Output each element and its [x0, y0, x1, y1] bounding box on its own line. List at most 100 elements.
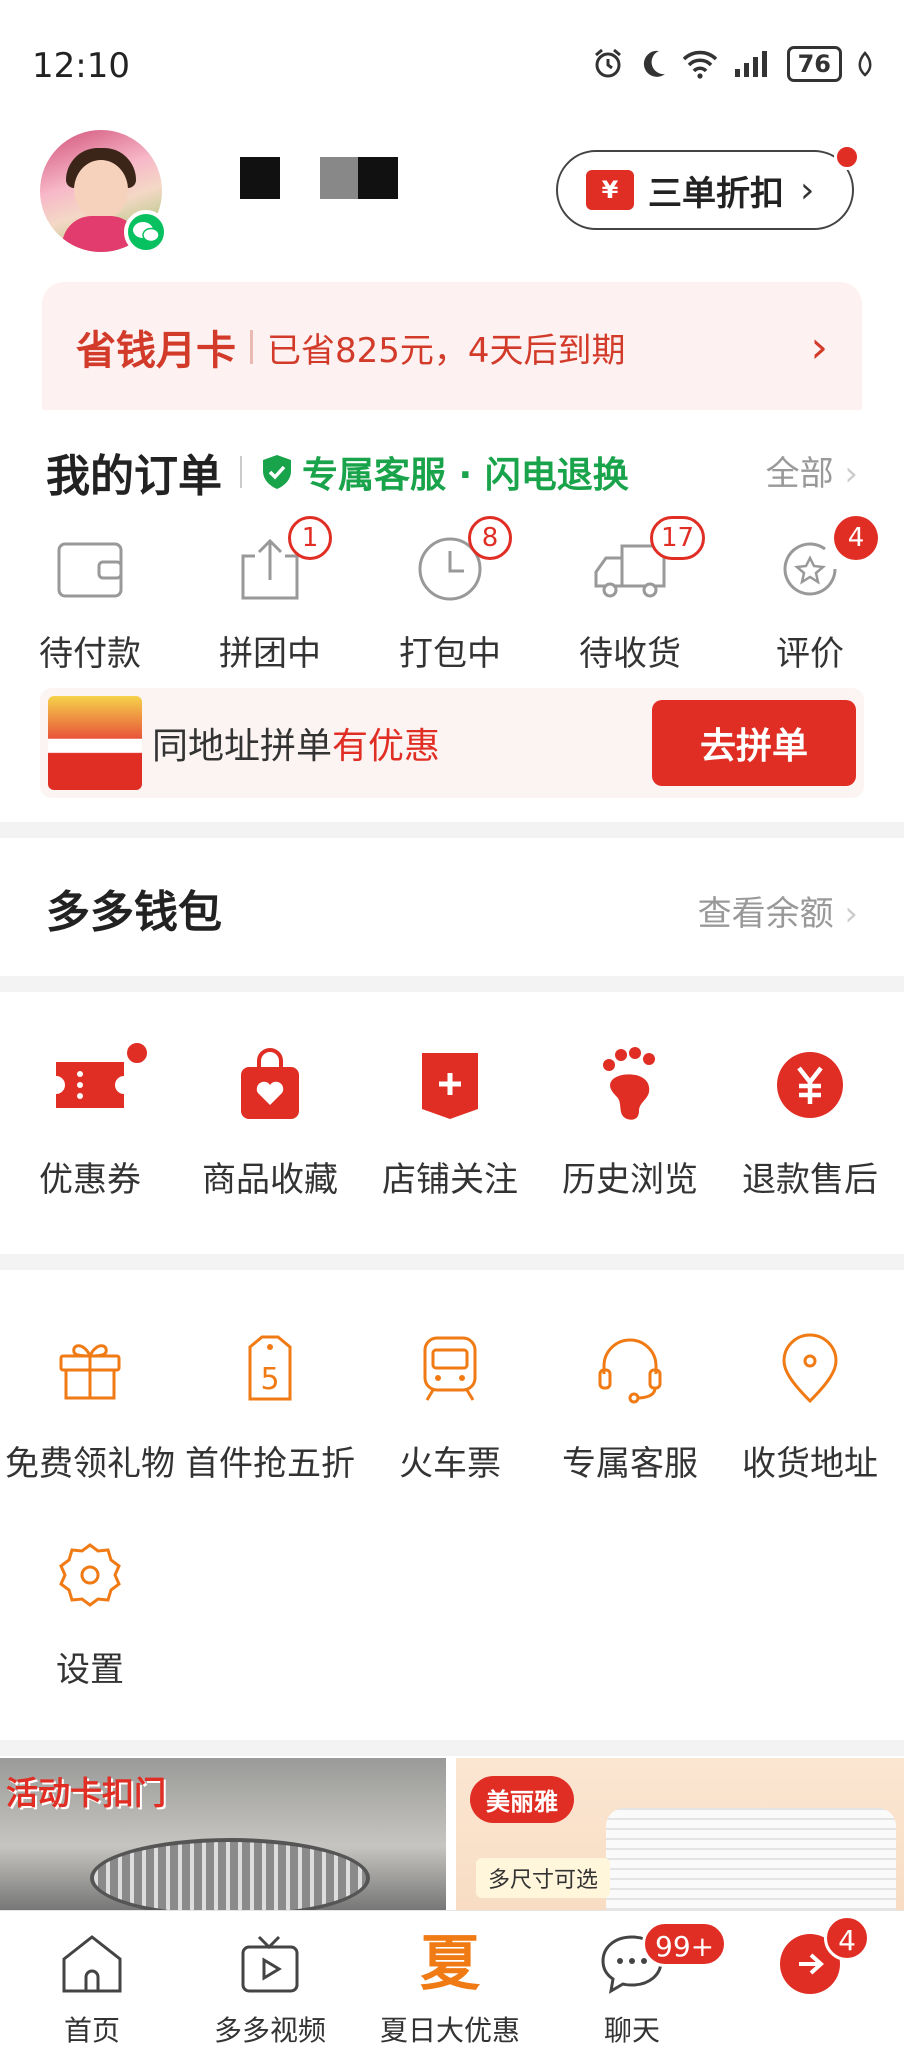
tab-video[interactable]: 多多视频: [190, 1929, 350, 2048]
chevron-right-icon: ›: [810, 321, 828, 373]
status-bar: 12:10 76: [0, 0, 904, 120]
location-icon: [782, 1333, 838, 1404]
service-label: 历史浏览: [562, 1160, 698, 1200]
group-bar-text: 同地址拼单有优惠: [152, 726, 441, 767]
section-divider: [0, 822, 904, 838]
settings-button[interactable]: 设置: [0, 1530, 180, 1691]
three-order-discount-button[interactable]: ¥ 三单折扣 ›: [556, 150, 854, 230]
wifi-icon: [682, 50, 717, 79]
tag-5-icon: 5: [248, 1335, 292, 1401]
tab-home[interactable]: 首页: [12, 1929, 172, 2048]
chat-unread-badge: 99+: [642, 1921, 728, 1967]
shield-check-icon: [263, 455, 291, 489]
order-item-label: 待收货: [579, 634, 681, 674]
order-item-label: 评价: [776, 634, 844, 674]
product-banner-right[interactable]: 美丽雅 多尺寸可选: [456, 1758, 904, 1918]
bottom-tab-bar: 首页 多多视频 夏 夏日大优惠 99+ 聊天 4: [0, 1910, 904, 2048]
order-count-badge: 17: [650, 516, 706, 560]
order-item-label: 待付款: [39, 634, 141, 674]
store-plus-icon: [422, 1053, 478, 1119]
orders-title: 我的订单: [46, 451, 222, 502]
wechat-icon: [124, 210, 168, 254]
train-tickets-button[interactable]: 火车票: [360, 1324, 540, 1485]
order-awaiting-delivery[interactable]: 17 待收货: [540, 516, 720, 675]
tab-label: 夏日大优惠: [379, 2014, 520, 2047]
savings-month-card[interactable]: 省钱月卡 已省825元，4天后到期 ›: [42, 282, 862, 412]
chevron-right-icon: ›: [800, 169, 815, 211]
ticket-icon: ¥: [586, 170, 634, 210]
headset-icon: [598, 1338, 662, 1404]
settings-icon: [59, 1543, 121, 1607]
home-icon: [62, 1935, 122, 1993]
divider: [240, 456, 242, 488]
chevron-right-icon: ›: [844, 894, 858, 934]
favorites-button[interactable]: 商品收藏: [180, 1040, 360, 1201]
service-label: 免费领礼物: [5, 1444, 175, 1484]
yuan-icon: [777, 1052, 843, 1118]
service-label: 设置: [56, 1650, 124, 1690]
alarm-icon: [594, 48, 621, 78]
section-divider: [0, 1740, 904, 1756]
product-banner-left[interactable]: 活动卡扣门: [0, 1758, 446, 1918]
service-label: 火车票: [399, 1444, 501, 1484]
leaf-icon: [858, 51, 872, 77]
wallet-title: 多多钱包: [46, 887, 222, 938]
brand-logo: 美丽雅: [470, 1776, 574, 1823]
bag-heart-icon: [241, 1048, 299, 1119]
notification-dot: [124, 1040, 150, 1066]
savings-card-title: 省钱月卡: [76, 328, 236, 374]
product-image: [90, 1838, 370, 1918]
refund-aftersale-button[interactable]: 退款售后: [720, 1040, 900, 1201]
discount-label: 三单折扣: [648, 173, 784, 214]
battery-indicator: 76: [786, 46, 842, 82]
banner-caption: 活动卡扣门: [6, 1774, 167, 1812]
divider: [250, 330, 253, 364]
username-redacted: [358, 157, 398, 199]
tab-label: 首页: [63, 2014, 120, 2047]
svg-text:5: 5: [260, 1362, 279, 1397]
same-address-group-bar[interactable]: 同地址拼单有优惠 去拼单: [40, 688, 864, 798]
section-divider: [0, 976, 904, 992]
go-group-buy-button[interactable]: 去拼单: [652, 700, 856, 786]
username-redacted: [240, 157, 280, 199]
order-pending-payment[interactable]: 待付款: [0, 526, 180, 675]
tab-chat[interactable]: 99+ 聊天: [552, 1921, 728, 2048]
followed-stores-button[interactable]: 店铺关注: [360, 1040, 540, 1201]
product-image: [606, 1808, 896, 1918]
tab-summer-sale[interactable]: 夏 夏日大优惠: [370, 1929, 530, 2048]
banner-tag: 多尺寸可选: [476, 1858, 611, 1898]
moon-icon: [643, 50, 665, 77]
check-balance-link[interactable]: 查看余额 ›: [698, 886, 858, 935]
service-label: 店铺关注: [382, 1160, 518, 1200]
service-label: 退款售后: [742, 1160, 878, 1200]
customer-service-button[interactable]: 专属客服: [540, 1324, 720, 1485]
signal-icon: [734, 51, 767, 77]
service-label: 优惠券: [39, 1160, 141, 1200]
duoduo-wallet-row[interactable]: 多多钱包 查看余额 ›: [0, 838, 904, 976]
order-review[interactable]: 4 评价: [720, 516, 900, 675]
status-icons: 76: [591, 46, 874, 82]
view-all-orders-link[interactable]: 全部 ›: [766, 446, 858, 495]
profile-badge: 4: [824, 1915, 870, 1961]
delivery-address-button[interactable]: 收货地址: [720, 1324, 900, 1485]
tab-profile[interactable]: 4: [730, 1915, 890, 2009]
first-item-half-off-button[interactable]: 5 首件抢五折: [180, 1324, 360, 1485]
order-group-buying[interactable]: 1 拼团中: [180, 516, 360, 675]
service-label: 首件抢五折: [185, 1444, 355, 1484]
order-packing[interactable]: 8 打包中: [360, 516, 540, 675]
section-divider: [0, 1254, 904, 1270]
username-redacted: [320, 157, 358, 199]
exclusive-service-label: 专属客服 · 闪电退换: [302, 455, 629, 496]
order-count-badge: 1: [288, 516, 332, 560]
tab-label: 聊天: [603, 2014, 660, 2047]
order-count-badge: 4: [834, 516, 878, 560]
order-item-label: 拼团中: [219, 634, 321, 674]
view-all-label: 全部: [765, 454, 834, 494]
service-label: 专属客服: [562, 1444, 698, 1484]
summer-sale-icon: 夏: [420, 1929, 480, 1999]
tab-label: 多多视频: [213, 2014, 326, 2047]
orders-header: 我的订单 专属客服 · 闪电退换: [46, 440, 629, 504]
free-gift-button[interactable]: 免费领礼物: [0, 1324, 180, 1485]
browsing-history-button[interactable]: 历史浏览: [540, 1040, 720, 1201]
coupons-button[interactable]: 优惠券: [0, 1040, 180, 1201]
